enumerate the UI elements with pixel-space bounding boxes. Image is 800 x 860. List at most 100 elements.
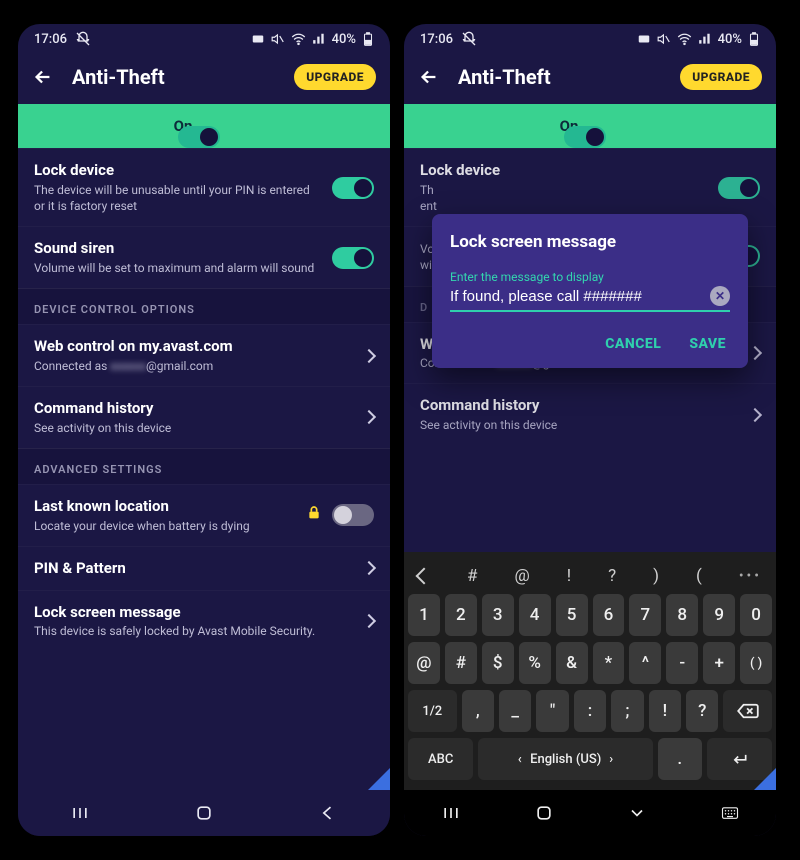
suggestion[interactable]: ( [696,566,702,586]
lock-msg-title: Lock screen message [34,603,352,622]
key[interactable]: ! [649,690,681,732]
on-strip: On [18,104,390,148]
mute-icon [271,32,285,46]
key[interactable]: 6 [593,594,625,636]
suggestion[interactable]: ? [608,566,616,586]
app-header: Anti-Theft UPGRADE [404,54,776,104]
upgrade-button[interactable]: UPGRADE [294,64,376,90]
card-icon [637,32,651,46]
chevron-icon [362,410,376,424]
key[interactable]: 2 [445,594,477,636]
command-history-title: Command history [34,399,352,418]
kbd-collapse-icon[interactable] [416,568,433,585]
key[interactable]: 3 [482,594,514,636]
clear-input-button[interactable]: ✕ [710,286,730,306]
key[interactable]: . [658,738,702,780]
keyboard-switch-button[interactable] [717,800,743,826]
chevron-icon [748,346,762,360]
lock-message-input[interactable] [450,288,702,305]
row-lock-device[interactable]: Lock device The device will be unusable … [18,148,390,226]
home-button[interactable] [531,800,557,826]
recents-button[interactable] [67,800,93,826]
row-command-history[interactable]: Command history See activity on this dev… [404,383,776,445]
row-lock-screen-message[interactable]: Lock screen message This device is safel… [18,590,390,652]
save-button[interactable]: SAVE [689,336,726,352]
key[interactable]: _ [499,690,531,732]
chevron-icon [362,561,376,575]
key[interactable]: % [519,642,551,684]
key[interactable]: $ [482,642,514,684]
suggestion[interactable]: @ [514,566,529,586]
back-button[interactable] [32,66,54,88]
cancel-button[interactable]: CANCEL [605,336,661,352]
upgrade-button[interactable]: UPGRADE [680,64,762,90]
lock-device-title: Lock device [34,161,320,180]
phone-right: 17:06 40% Anti-Theft UPGRADE On Lock dev… [404,24,776,836]
keyboard-row-3: 1/2 , _ " : ; ! ? [408,690,772,732]
dialog-title: Lock screen message [450,232,730,252]
lock-device-toggle[interactable] [332,177,374,199]
suggestion[interactable]: # [467,566,477,586]
key[interactable]: 8 [666,594,698,636]
key[interactable]: 1 [408,594,440,636]
card-icon [251,32,265,46]
key[interactable]: * [593,642,625,684]
key[interactable]: " [536,690,568,732]
master-toggle[interactable] [564,126,606,148]
key-space[interactable]: › English (US) › [478,738,653,780]
keyboard-suggestion-row: # @ ! ? ) ( ••• [408,558,772,594]
lock-icon [306,505,322,525]
last-known-title: Last known location [34,497,294,516]
key[interactable]: 7 [629,594,661,636]
recents-button[interactable] [438,800,464,826]
key-symbols-switch[interactable]: 1/2 [408,690,457,732]
keyboard-row-4: ABC › English (US) › . [408,738,772,780]
home-button[interactable] [191,800,217,826]
key[interactable]: @ [408,642,440,684]
key[interactable]: ^ [629,642,661,684]
dialog-field-label: Enter the message to display [450,270,730,284]
status-time: 17:06 [420,32,453,47]
wifi-icon [677,32,692,47]
section-advanced: ADVANCED SETTINGS [18,448,390,484]
row-last-known-location[interactable]: Last known location Locate your device w… [18,484,390,546]
suggestion[interactable]: ) [653,566,659,586]
row-sound-siren[interactable]: Sound siren Volume will be set to maximu… [18,226,390,288]
kbd-more-icon[interactable]: ••• [739,568,762,584]
suggestion[interactable]: ! [567,566,571,586]
lock-device-title: Lock device [420,161,706,180]
status-time: 17:06 [34,32,67,47]
key[interactable]: 4 [519,594,551,636]
row-web-control[interactable]: Web control on my.avast.com Connected as… [18,324,390,386]
key[interactable]: ; [611,690,643,732]
wifi-icon [291,32,306,47]
key-abc[interactable]: ABC [408,738,473,780]
key[interactable]: , [462,690,494,732]
row-pin-pattern[interactable]: PIN & Pattern [18,546,390,590]
master-toggle[interactable] [178,126,220,148]
signal-icon [698,32,712,46]
row-command-history[interactable]: Command history See activity on this dev… [18,386,390,448]
key[interactable]: & [556,642,588,684]
web-control-sub: Connected as xxxxxx@gmail.com [34,358,352,374]
key[interactable]: 5 [556,594,588,636]
key[interactable]: 9 [703,594,735,636]
key[interactable]: 0 [740,594,772,636]
android-back-button[interactable] [315,800,341,826]
status-bar: 17:06 40% [404,24,776,54]
key[interactable]: + [703,642,735,684]
last-known-toggle[interactable] [332,504,374,526]
key[interactable]: # [445,642,477,684]
mute-icon [657,32,671,46]
sound-siren-toggle[interactable] [332,247,374,269]
key[interactable]: - [666,642,698,684]
dnd-icon [461,31,477,47]
hide-keyboard-button[interactable] [624,800,650,826]
key[interactable]: : [574,690,606,732]
on-strip: On [404,104,776,148]
key[interactable]: ( ) [740,642,772,684]
key-backspace[interactable] [723,690,772,732]
key[interactable]: ? [686,690,718,732]
back-button[interactable] [418,66,440,88]
lock-device-toggle[interactable] [718,177,760,199]
